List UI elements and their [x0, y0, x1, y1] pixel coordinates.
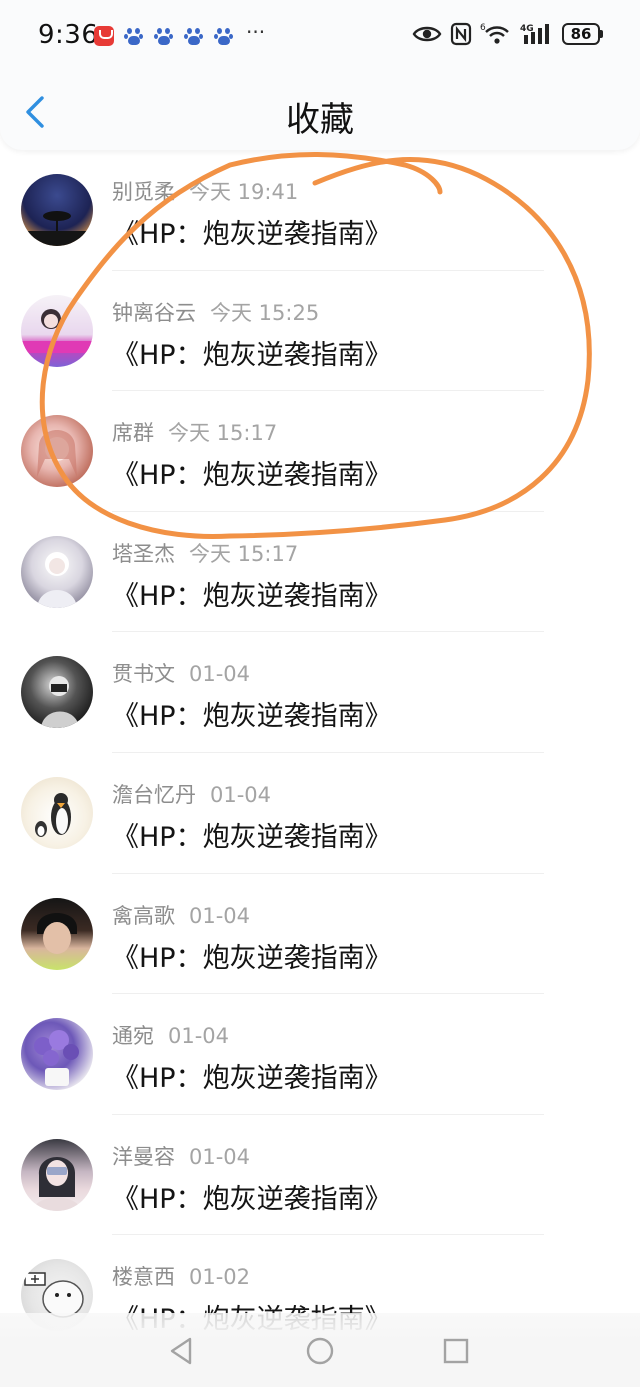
anime-girl-icon	[37, 430, 77, 478]
battery-indicator: 86	[562, 23, 603, 45]
book-title[interactable]: 《HP：炮灰逆袭指南》	[112, 936, 392, 975]
item-meta: 澹台忆丹 01-04	[112, 779, 271, 809]
wifi-6-label: 6	[480, 23, 486, 33]
status-bar: 9:36 ··· 6 4G 86	[0, 0, 640, 72]
baidu-paw-icon	[184, 26, 204, 46]
book-title[interactable]: 《HP：炮灰逆袭指南》	[112, 1056, 392, 1095]
avatar[interactable]	[21, 1018, 93, 1091]
list-item[interactable]: 塔圣杰 今天 15:17 《HP：炮灰逆袭指南》	[0, 512, 640, 633]
notification-icons: ···	[94, 20, 265, 46]
list-item[interactable]: 洋曼容 01-04 《HP：炮灰逆袭指南》	[0, 1115, 640, 1236]
shopping-app-icon	[94, 26, 114, 46]
book-title[interactable]: 《HP：炮灰逆袭指南》	[112, 574, 392, 613]
list-item[interactable]: 澹台忆丹 01-04 《HP：炮灰逆袭指南》	[0, 753, 640, 874]
portrait-icon	[41, 676, 79, 729]
list-item[interactable]: 禽高歌 01-04 《HP：炮灰逆袭指南》	[0, 874, 640, 995]
timestamp: 今天 15:17	[189, 541, 299, 566]
square-recents-icon	[443, 1338, 469, 1364]
system-home-button[interactable]	[304, 1335, 336, 1367]
avatar[interactable]	[21, 174, 93, 246]
more-notifications-icon: ···	[246, 20, 266, 44]
book-title[interactable]: 《HP：炮灰逆袭指南》	[112, 453, 392, 492]
timestamp: 01-04	[210, 782, 272, 807]
portrait-icon	[21, 308, 93, 353]
item-meta: 通宛 01-04	[112, 1020, 229, 1050]
timestamp: 01-04	[189, 662, 251, 687]
timestamp: 今天 19:41	[189, 180, 299, 204]
book-title[interactable]: 《HP：炮灰逆袭指南》	[112, 694, 392, 733]
avatar[interactable]	[21, 776, 93, 849]
item-meta: 钟离谷云 今天 15:25	[112, 297, 319, 327]
list-item[interactable]: 通宛 01-04 《HP：炮灰逆袭指南》	[0, 994, 640, 1115]
username[interactable]: 通宛	[112, 1024, 154, 1048]
circle-home-icon	[306, 1337, 334, 1365]
avatar[interactable]	[21, 1138, 93, 1211]
system-icons: 6 4G 86	[412, 22, 603, 46]
portrait-icon	[37, 912, 77, 954]
timestamp: 01-02	[189, 1265, 251, 1290]
item-meta: 贯书文 01-04	[112, 658, 250, 688]
page-title: 收藏	[286, 100, 354, 140]
username[interactable]: 贯书文	[112, 662, 175, 686]
navigation-header: 收藏	[0, 72, 640, 150]
item-meta: 洋曼容 01-04	[112, 1141, 250, 1171]
tree-silhouette-icon	[21, 211, 93, 246]
username[interactable]: 塔圣杰	[112, 542, 175, 566]
timestamp: 今天 15:17	[168, 421, 278, 446]
item-meta: 塔圣杰 今天 15:17	[112, 538, 298, 568]
favorites-list: 别觅柔 今天 19:41 《HP：炮灰逆袭指南》 钟离谷云 今天 15:25 《HP…	[0, 150, 640, 1356]
cellular-signal-icon: 4G	[520, 24, 549, 44]
penguin-icon	[35, 792, 71, 837]
item-meta: 席群 今天 15:17	[112, 417, 277, 447]
system-navigation-bar	[0, 1313, 640, 1387]
timestamp: 01-04	[189, 1144, 251, 1169]
nfc-icon	[450, 22, 472, 46]
item-meta: 楼意西 01-02	[112, 1261, 250, 1291]
avatar[interactable]	[21, 535, 93, 608]
timestamp: 今天 15:25	[210, 300, 320, 325]
avatar[interactable]	[21, 897, 93, 970]
username[interactable]: 禽高歌	[112, 904, 175, 928]
item-meta: 禽高歌 01-04	[112, 900, 250, 930]
status-time: 9:36	[38, 20, 99, 50]
avatar[interactable]	[21, 294, 93, 367]
system-back-button[interactable]	[166, 1335, 198, 1367]
book-title[interactable]: 《HP：炮灰逆袭指南》	[112, 1177, 392, 1216]
book-title[interactable]: 《HP：炮灰逆袭指南》	[112, 212, 392, 251]
book-title[interactable]: 《HP：炮灰逆袭指南》	[112, 815, 392, 854]
avatar[interactable]	[21, 656, 93, 729]
username[interactable]: 澹台忆丹	[112, 783, 196, 807]
timestamp: 01-04	[168, 1024, 230, 1049]
list-item[interactable]: 钟离谷云 今天 15:25 《HP：炮灰逆袭指南》	[0, 271, 640, 392]
list-item[interactable]: 席群 今天 15:17 《HP：炮灰逆袭指南》	[0, 391, 640, 512]
avatar[interactable]	[21, 415, 93, 488]
username[interactable]: 别觅柔	[112, 180, 175, 204]
baidu-paw-icon	[154, 26, 174, 46]
username[interactable]: 席群	[112, 421, 154, 445]
system-recents-button[interactable]	[440, 1335, 472, 1367]
baidu-paw-icon	[214, 26, 234, 46]
wifi-icon: 6	[480, 23, 509, 44]
portrait-icon	[33, 1156, 81, 1211]
portrait-icon	[37, 551, 77, 608]
username[interactable]: 钟离谷云	[112, 301, 196, 325]
top-bar: 9:36 ··· 6 4G 86 收藏	[0, 0, 640, 150]
triangle-back-icon	[170, 1337, 192, 1365]
list-item[interactable]: 贯书文 01-04 《HP：炮灰逆袭指南》	[0, 632, 640, 753]
item-meta: 别觅柔 今天 19:41	[112, 176, 298, 206]
flowers-icon	[34, 1030, 79, 1087]
timestamp: 01-04	[189, 903, 251, 928]
username[interactable]: 洋曼容	[112, 1145, 175, 1169]
baidu-paw-icon	[124, 26, 144, 46]
list-item[interactable]: 别觅柔 今天 19:41 《HP：炮灰逆袭指南》	[0, 150, 640, 271]
username[interactable]: 楼意西	[112, 1265, 175, 1289]
eye-icon	[412, 26, 442, 42]
book-title[interactable]: 《HP：炮灰逆袭指南》	[112, 333, 392, 372]
